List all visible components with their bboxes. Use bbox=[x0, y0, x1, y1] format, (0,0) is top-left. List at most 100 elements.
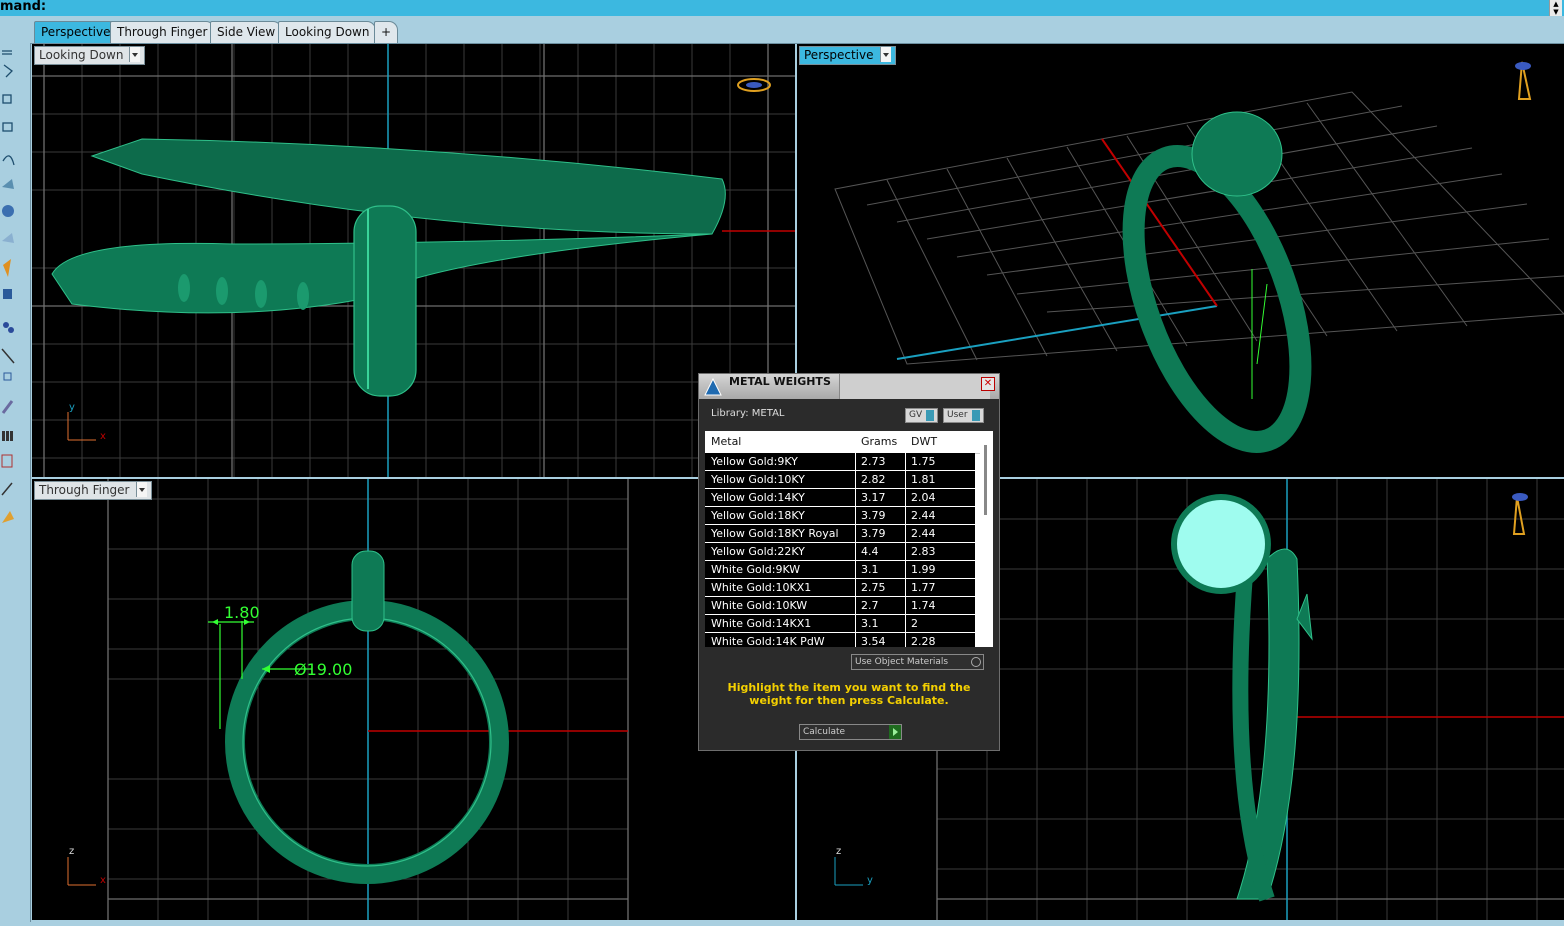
cell-metal: Yellow Gold:14KY bbox=[711, 491, 805, 504]
viewport-through-finger[interactable]: Through Finger 1.80 Ø19.00 x z bbox=[32, 479, 795, 920]
pencil-icon bbox=[1, 400, 14, 414]
viewport-title: Through Finger bbox=[39, 483, 130, 497]
axis-y-label: y bbox=[69, 402, 75, 413]
points-icon bbox=[3, 322, 9, 328]
cell-grams: 2.7 bbox=[861, 599, 879, 612]
grid-top-left bbox=[32, 44, 795, 477]
cell-metal: White Gold:14K PdW bbox=[711, 635, 825, 647]
sphere-icon bbox=[2, 205, 14, 217]
table-row[interactable]: Yellow Gold:9KY 2.73 1.75 bbox=[705, 453, 975, 471]
box-icon bbox=[2, 94, 12, 104]
user-label: User bbox=[947, 410, 968, 420]
cell-dwt: 1.75 bbox=[911, 455, 936, 468]
scroll-thumb[interactable] bbox=[984, 445, 987, 515]
chevron-down-icon[interactable] bbox=[135, 482, 147, 497]
calculate-button[interactable]: Calculate bbox=[799, 724, 902, 740]
cell-dwt: 1.77 bbox=[911, 581, 936, 594]
user-button[interactable]: User bbox=[943, 408, 984, 423]
transform-icon bbox=[1, 348, 15, 364]
table-row[interactable]: White Gold:10KW 2.7 1.74 bbox=[705, 597, 975, 615]
table-row[interactable]: Yellow Gold:18KY 3.79 2.44 bbox=[705, 507, 975, 525]
solid-icon bbox=[3, 289, 12, 299]
dialog-title: METAL WEIGHTS bbox=[729, 375, 831, 388]
paint-icon bbox=[2, 511, 14, 523]
viewport-label-looking-down[interactable]: Looking Down bbox=[34, 46, 146, 65]
use-object-materials-toggle[interactable]: Use Object Materials bbox=[851, 654, 984, 670]
rectangle-icon bbox=[2, 122, 13, 132]
axis-y-label: y bbox=[867, 875, 873, 886]
dimension-width: 1.80 bbox=[224, 603, 260, 622]
cell-grams: 3.1 bbox=[861, 617, 879, 630]
cell-metal: White Gold:10KX1 bbox=[711, 581, 812, 594]
cell-grams: 2.82 bbox=[861, 473, 886, 486]
calculate-label: Calculate bbox=[803, 727, 846, 737]
cell-metal: Yellow Gold:18KY bbox=[711, 509, 805, 522]
gv-label: GV bbox=[909, 410, 923, 420]
viewport-looking-down[interactable]: Looking Down x y bbox=[32, 44, 795, 477]
cell-grams: 3.1 bbox=[861, 563, 879, 576]
viewport-label-through-finger[interactable]: Through Finger bbox=[34, 481, 152, 500]
toggle-icon bbox=[971, 410, 980, 421]
cell-metal: White Gold:14KX1 bbox=[711, 617, 812, 630]
cell-metal: Yellow Gold:10KY bbox=[711, 473, 805, 486]
viewport-label-perspective[interactable]: Perspective bbox=[799, 46, 896, 65]
table-row[interactable]: Yellow Gold:22KY 4.4 2.83 bbox=[705, 543, 975, 561]
column-header-metal[interactable]: Metal bbox=[711, 435, 741, 448]
select-icon bbox=[3, 372, 12, 381]
left-toolbar bbox=[0, 43, 31, 922]
metal-table[interactable]: Metal Grams DWT Yellow Gold:9KY 2.73 1.75 … bbox=[705, 431, 993, 647]
chevron-down-icon[interactable] bbox=[129, 47, 141, 62]
add-tab-button[interactable]: + bbox=[374, 21, 398, 43]
cell-dwt: 2.44 bbox=[911, 509, 936, 522]
cell-metal: Yellow Gold:22KY bbox=[711, 545, 805, 558]
line-icon bbox=[1, 482, 13, 496]
table-row[interactable]: Yellow Gold:10KY 2.82 1.81 bbox=[705, 471, 975, 489]
grid-icon bbox=[1, 454, 13, 468]
table-body: Yellow Gold:9KY 2.73 1.75 Yellow Gold:10KY… bbox=[705, 453, 975, 647]
cell-dwt: 2.28 bbox=[911, 635, 936, 647]
metal-weights-dialog: METAL WEIGHTS ✕ Library: METAL GV User M… bbox=[698, 373, 1000, 751]
array-icon bbox=[2, 431, 5, 441]
axis-x-label: x bbox=[100, 875, 106, 886]
column-header-dwt[interactable]: DWT bbox=[911, 435, 937, 448]
menu-icon bbox=[2, 50, 12, 55]
dialog-title-tab bbox=[839, 374, 990, 399]
axis-z-label: z bbox=[836, 846, 842, 857]
table-row[interactable]: Yellow Gold:14KY 3.17 2.04 bbox=[705, 489, 975, 507]
tab-through-finger[interactable]: Through Finger bbox=[110, 21, 215, 43]
cell-dwt: 2.83 bbox=[911, 545, 936, 558]
cell-metal: White Gold:9KW bbox=[711, 563, 801, 576]
chevron-down-icon[interactable] bbox=[879, 47, 891, 62]
cell-dwt: 1.81 bbox=[911, 473, 936, 486]
cell-dwt: 1.74 bbox=[911, 599, 936, 612]
command-bar[interactable]: mand: ▲ ▼ bbox=[0, 0, 1564, 16]
cell-grams: 3.54 bbox=[861, 635, 886, 647]
table-row[interactable]: White Gold:14KX1 3.1 2 bbox=[705, 615, 975, 633]
tab-looking-down[interactable]: Looking Down bbox=[278, 21, 377, 43]
close-icon[interactable]: ✕ bbox=[981, 377, 995, 391]
table-row[interactable]: Yellow Gold:18KY Royal 3.79 2.44 bbox=[705, 525, 975, 543]
viewport-title: Looking Down bbox=[39, 48, 124, 62]
command-scroll[interactable]: ▲ ▼ bbox=[1549, 0, 1562, 16]
column-header-grams[interactable]: Grams bbox=[861, 435, 897, 448]
library-label: Library: METAL bbox=[711, 408, 785, 419]
gv-button[interactable]: GV bbox=[905, 408, 939, 423]
dimension-diameter: Ø19.00 bbox=[294, 660, 353, 679]
cell-metal: Yellow Gold:9KY bbox=[711, 455, 798, 468]
tab-perspective[interactable]: Perspective bbox=[34, 21, 118, 43]
cell-dwt: 2 bbox=[911, 617, 918, 630]
table-row[interactable]: White Gold:9KW 3.1 1.99 bbox=[705, 561, 975, 579]
table-scrollbar[interactable] bbox=[981, 431, 991, 647]
grid-bottom-left bbox=[107, 479, 629, 920]
tab-side-view[interactable]: Side View bbox=[210, 21, 283, 43]
dialog-titlebar[interactable]: METAL WEIGHTS ✕ bbox=[699, 374, 999, 399]
cell-grams: 4.4 bbox=[861, 545, 879, 558]
command-label: mand: bbox=[0, 0, 47, 14]
cell-dwt: 2.04 bbox=[911, 491, 936, 504]
table-row[interactable]: White Gold:14K PdW 3.54 2.28 bbox=[705, 633, 975, 647]
table-row[interactable]: White Gold:10KX1 2.75 1.77 bbox=[705, 579, 975, 597]
toolbar-icons bbox=[1, 50, 15, 523]
lightning-icon bbox=[3, 259, 11, 277]
axis-x-label: x bbox=[100, 431, 106, 442]
polyline-icon bbox=[3, 64, 13, 78]
